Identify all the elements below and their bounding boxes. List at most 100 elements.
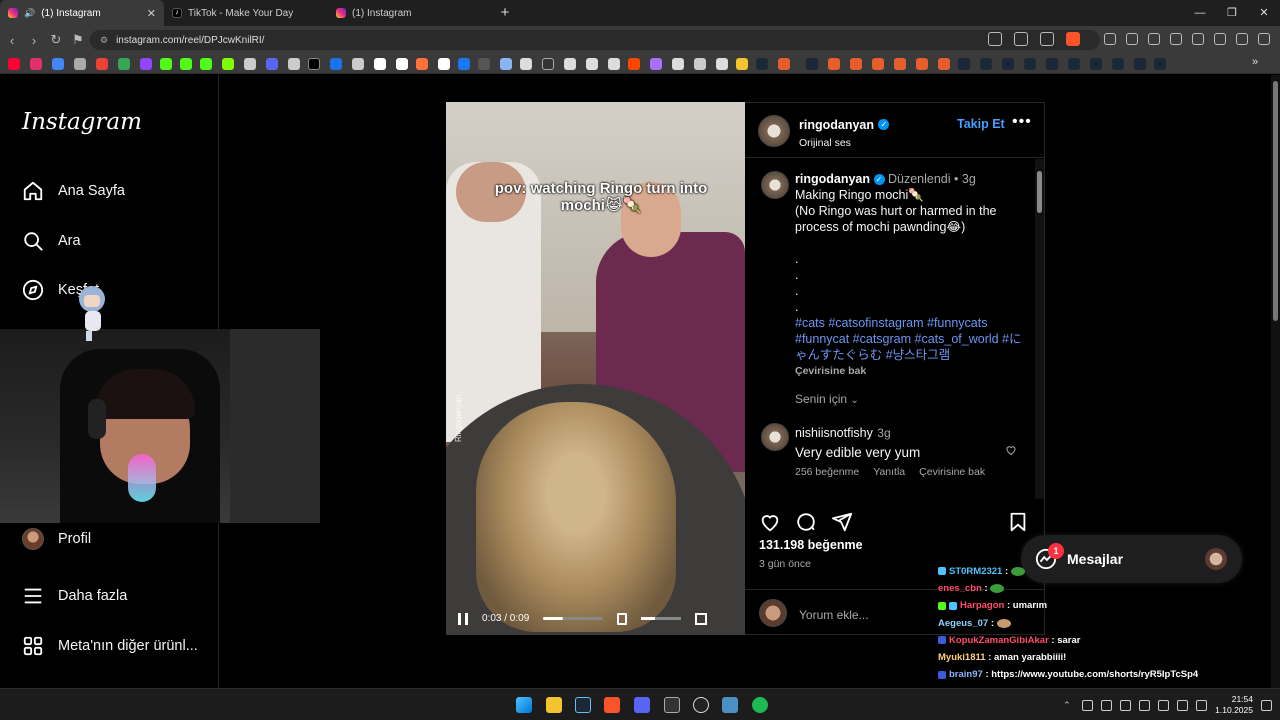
sidebar-item-home[interactable]: Ana Sayfa xyxy=(22,180,125,202)
bookmark-icon[interactable] xyxy=(542,58,554,70)
gmail-bookmark-icon[interactable] xyxy=(96,58,108,70)
zoom-icon[interactable] xyxy=(1014,32,1028,46)
speaker-icon[interactable] xyxy=(1139,699,1151,711)
extension-icon[interactable] xyxy=(1104,33,1116,45)
kick-bookmark-icon[interactable] xyxy=(200,58,212,70)
instagram-logo[interactable]: Instagram xyxy=(22,109,142,135)
site-settings-icon[interactable]: ⚙ xyxy=(100,35,108,46)
like-count[interactable]: 131.198 beğenme xyxy=(759,538,863,552)
sidebar-item-profile[interactable]: Profil xyxy=(22,528,91,550)
follow-button[interactable]: Takip Et xyxy=(957,117,1005,131)
extension-icon[interactable] xyxy=(1126,33,1138,45)
author-avatar[interactable] xyxy=(758,115,790,147)
scrollbar-thumb[interactable] xyxy=(1273,81,1278,321)
author-avatar[interactable] xyxy=(761,171,789,199)
address-bar[interactable]: ⚙ instagram.com/reel/DPJcwKnilRI/ xyxy=(90,30,1100,50)
discord-bookmark-icon[interactable] xyxy=(266,58,278,70)
menu-icon[interactable] xyxy=(1258,33,1270,45)
comments-scrollbar[interactable] xyxy=(1035,159,1044,499)
bookmark-icon[interactable]: ⚑ xyxy=(68,32,88,48)
volume-slider[interactable] xyxy=(641,617,682,620)
chevron-up-icon[interactable]: ⌃ xyxy=(1063,700,1074,711)
windows-start-icon[interactable] xyxy=(516,697,532,713)
install-icon[interactable] xyxy=(988,32,1002,46)
close-tab-icon[interactable]: ✕ xyxy=(147,7,156,20)
app-icon[interactable] xyxy=(664,697,680,713)
drive-bookmark-icon[interactable] xyxy=(118,58,130,70)
bookmark-icon[interactable] xyxy=(894,58,906,70)
bookmark-icon[interactable] xyxy=(74,58,86,70)
bookmark-icon[interactable] xyxy=(716,58,728,70)
like-icon[interactable] xyxy=(759,511,781,533)
tab-tiktok[interactable]: ♪ TikTok - Make Your Day xyxy=(164,0,328,26)
app-icon[interactable] xyxy=(722,697,738,713)
bookmark-icon[interactable] xyxy=(478,58,490,70)
obs-icon[interactable] xyxy=(693,697,709,713)
steam-bookmark-icon[interactable] xyxy=(1154,58,1166,70)
back-icon[interactable]: ‹ xyxy=(2,33,22,48)
audio-label[interactable]: Orijinal ses xyxy=(799,137,889,149)
tray-app-icon[interactable] xyxy=(1196,699,1208,711)
hashtags[interactable]: #cats #catsofinstagram #funnycats #funny… xyxy=(795,315,1025,363)
bookmark-icon[interactable] xyxy=(396,58,408,70)
bookmark-icon[interactable] xyxy=(438,58,450,70)
volume-icon[interactable] xyxy=(617,612,628,625)
kick-bookmark-icon[interactable] xyxy=(180,58,192,70)
new-tab-button[interactable]: + xyxy=(492,0,518,26)
speaker-icon[interactable]: 🔊 xyxy=(24,8,35,19)
add-comment-input[interactable]: Yorum ekle... xyxy=(799,608,869,622)
tray-app-icon[interactable] xyxy=(1101,699,1113,711)
comment-like-icon[interactable] xyxy=(1005,444,1017,456)
bookmark-icon[interactable] xyxy=(330,58,342,70)
sidebar-item-search[interactable]: Ara xyxy=(22,230,81,252)
steam-bookmark-icon[interactable] xyxy=(806,58,818,70)
comment-likes[interactable]: 256 beğenme xyxy=(795,466,859,478)
bookmark-icon[interactable] xyxy=(694,58,706,70)
puzzle-icon[interactable] xyxy=(1192,33,1204,45)
bookmark-icon[interactable] xyxy=(564,58,576,70)
music-icon[interactable] xyxy=(1236,33,1248,45)
reddit-bookmark-icon[interactable] xyxy=(628,58,640,70)
more-options-icon[interactable]: ••• xyxy=(1012,113,1032,131)
discord-icon[interactable] xyxy=(634,697,650,713)
author-username[interactable]: ringodanyan xyxy=(799,118,874,132)
steam-bookmark-icon[interactable] xyxy=(1068,58,1080,70)
clock[interactable]: 21:54 1.10.2025 xyxy=(1215,694,1253,716)
steam-bookmark-icon[interactable] xyxy=(1134,58,1146,70)
sidebar-toggle-icon[interactable] xyxy=(1214,33,1226,45)
instagram-bookmark-icon[interactable] xyxy=(30,58,42,70)
commenter-avatar[interactable] xyxy=(761,423,789,451)
tray-app-icon[interactable] xyxy=(1120,699,1132,711)
bookmark-icon[interactable] xyxy=(608,58,620,70)
extension-icon[interactable] xyxy=(1148,33,1160,45)
brave-icon[interactable] xyxy=(604,697,620,713)
bookmark-icon[interactable] xyxy=(352,58,364,70)
bookmark-icon[interactable] xyxy=(672,58,684,70)
bookmark-icon[interactable] xyxy=(872,58,884,70)
comments-scroll-area[interactable]: ringodanyan ✓ Düzenlendi • 3g Making Rin… xyxy=(745,159,1035,499)
folder-icon[interactable] xyxy=(736,58,748,70)
bookmark-icon[interactable] xyxy=(222,58,234,70)
bookmark-icon[interactable] xyxy=(938,58,950,70)
bookmark-icon[interactable] xyxy=(500,58,512,70)
twitch-bookmark-icon[interactable] xyxy=(140,58,152,70)
x-bookmark-icon[interactable] xyxy=(308,58,320,70)
bookmark-icon[interactable] xyxy=(458,58,470,70)
caption-username[interactable]: ringodanyan xyxy=(795,172,870,186)
bookmark-icon[interactable] xyxy=(850,58,862,70)
reel-video[interactable]: pov: watching Ringo turn into mochi😹🍡 Ri… xyxy=(446,102,745,635)
steam-bookmark-icon[interactable] xyxy=(756,58,768,70)
close-window-icon[interactable]: ✕ xyxy=(1248,0,1280,26)
bookmark-icon[interactable] xyxy=(416,58,428,70)
pause-icon[interactable] xyxy=(458,612,468,625)
reload-icon[interactable]: ↻ xyxy=(46,32,66,48)
steam-bookmark-icon[interactable] xyxy=(1090,58,1102,70)
bookmark-icon[interactable] xyxy=(288,58,300,70)
tab-instagram-active[interactable]: 🔊 (1) Instagram ✕ xyxy=(0,0,164,26)
extension-icon[interactable] xyxy=(1170,33,1182,45)
forward-icon[interactable]: › xyxy=(24,33,44,48)
microphone-icon[interactable] xyxy=(1158,699,1170,711)
comment-translate-link[interactable]: Çevirisine bak xyxy=(919,466,985,478)
steam-icon[interactable] xyxy=(575,697,591,713)
tray-app-icon[interactable] xyxy=(1177,699,1189,711)
